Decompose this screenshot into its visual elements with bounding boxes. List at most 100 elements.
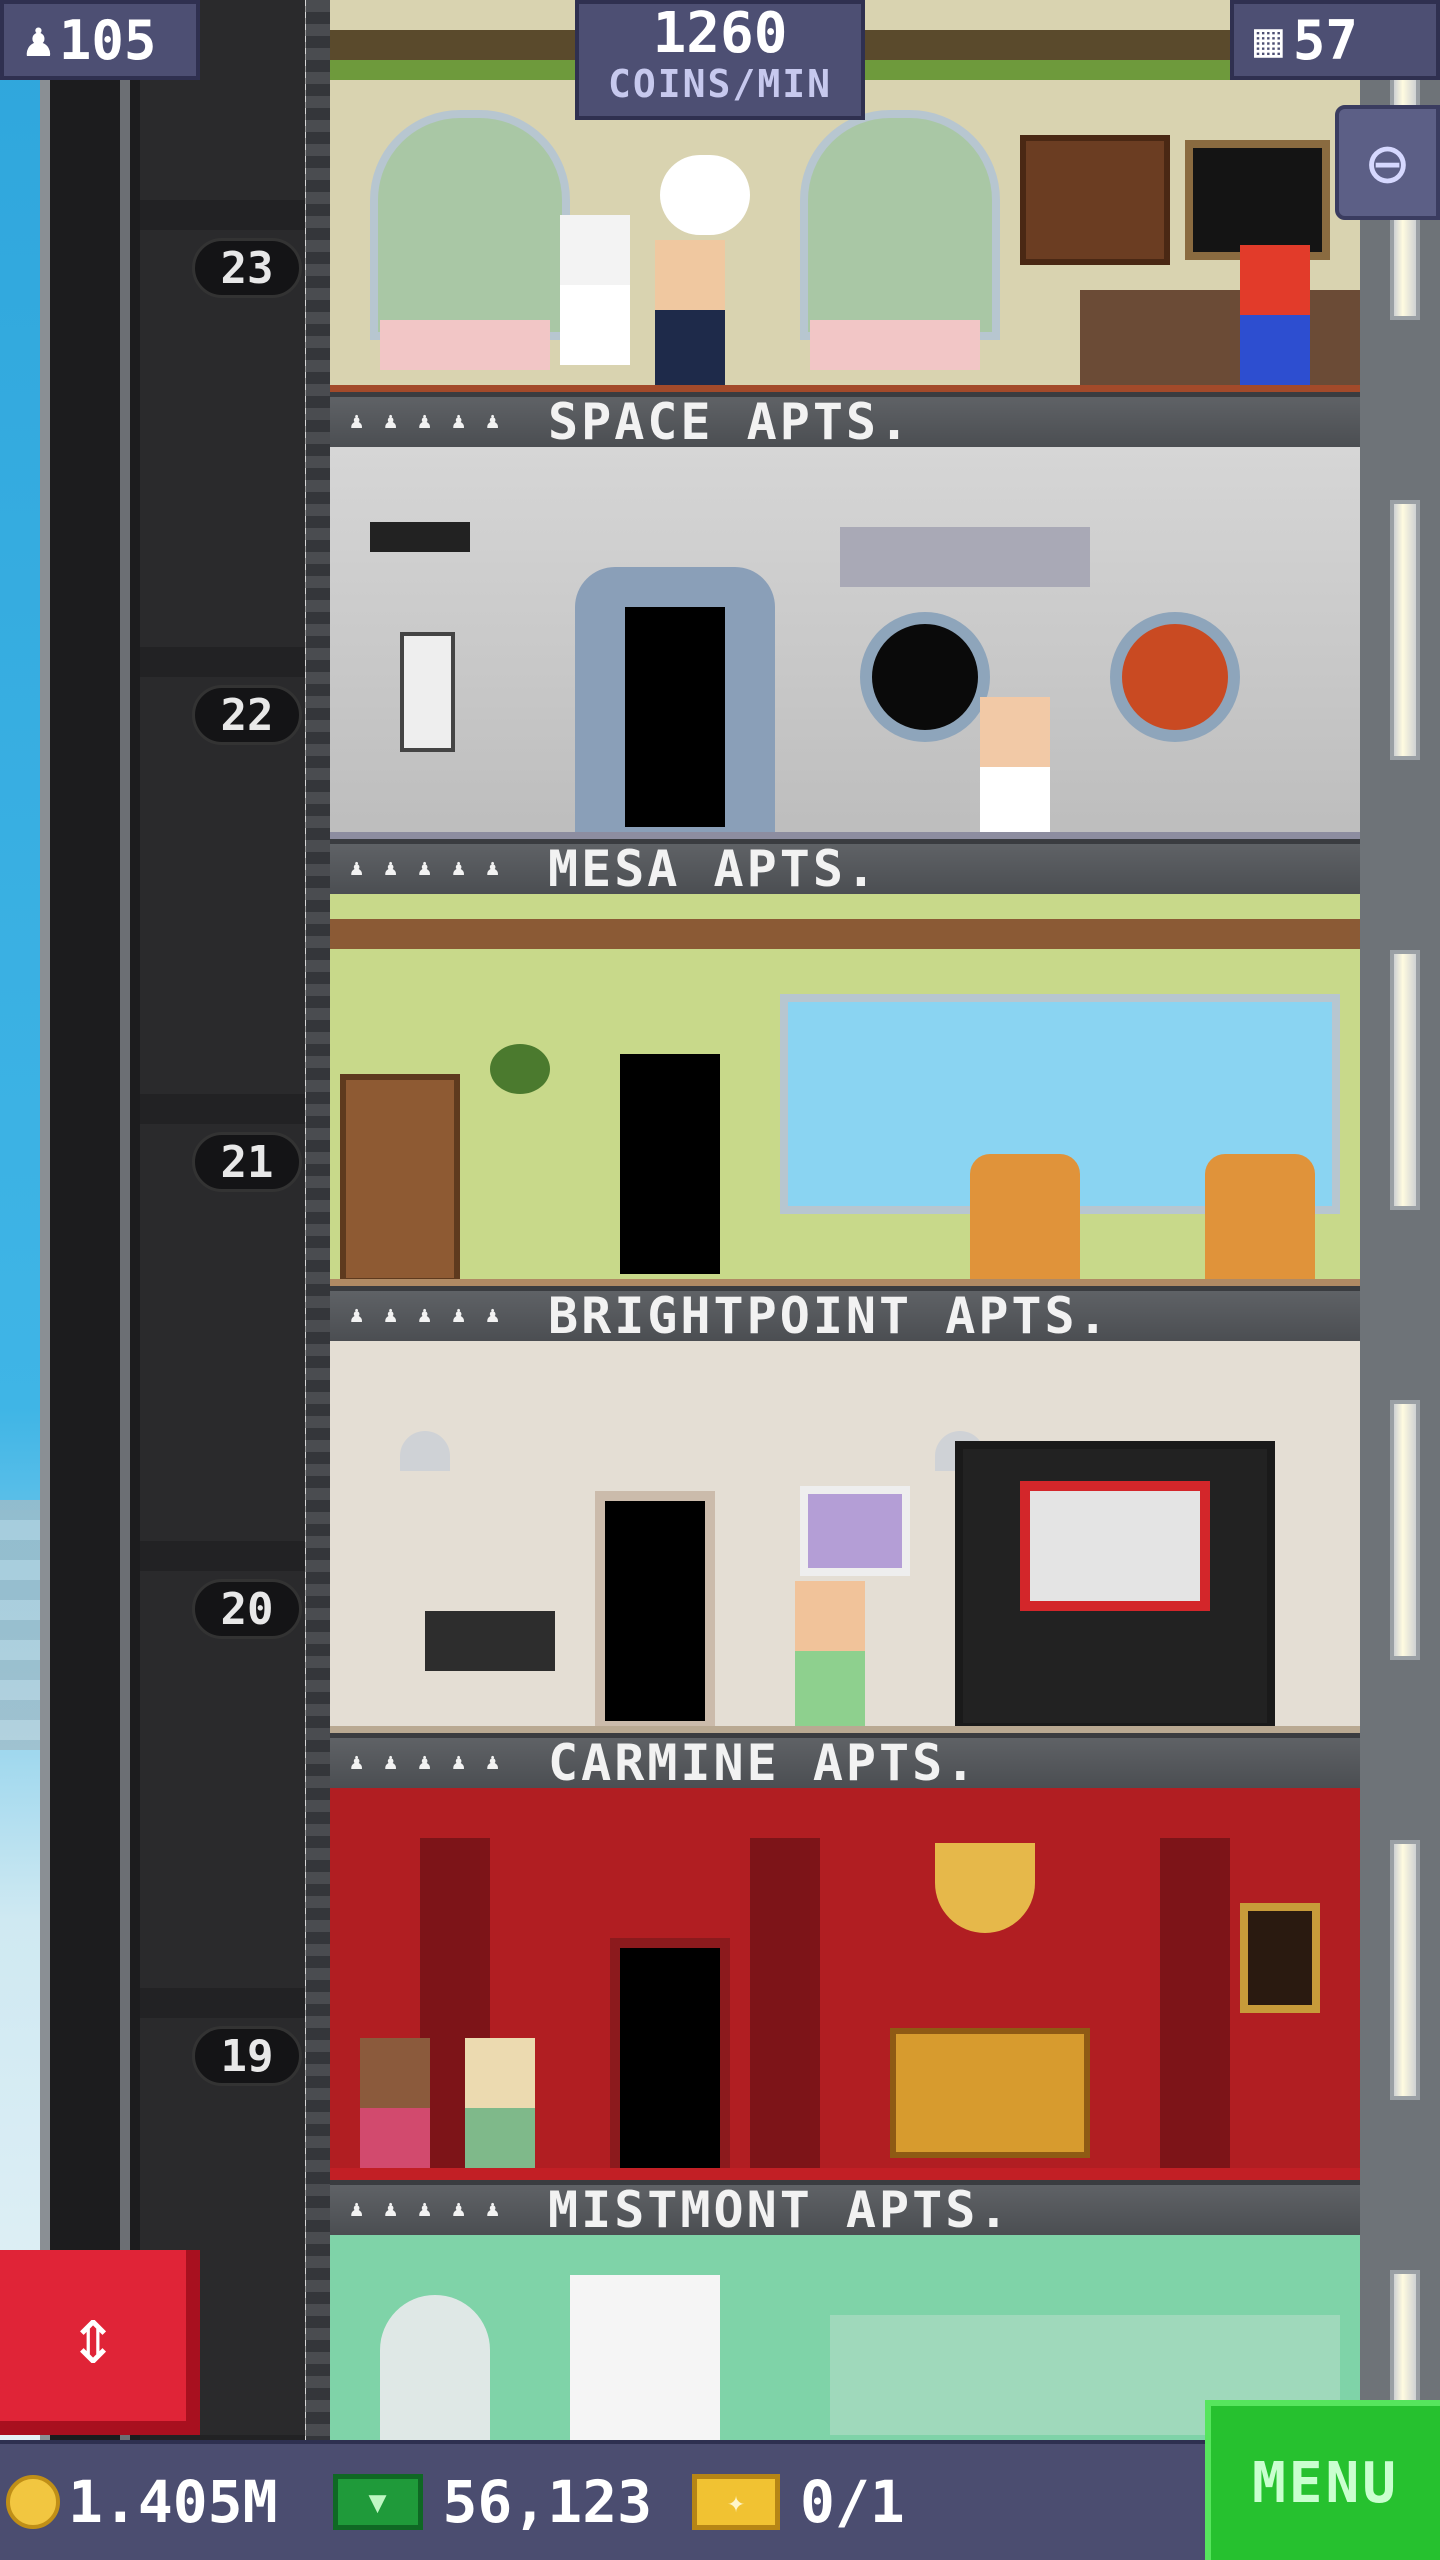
- elevator-shaft[interactable]: 23 22 21 20 19: [40, 0, 330, 2440]
- resident-pip-icon: ♟: [486, 856, 500, 881]
- plumber-character[interactable]: [1235, 245, 1315, 392]
- coins-stat[interactable]: 1.405M: [0, 2468, 278, 2536]
- resident-pip-icon: ♟: [350, 2197, 364, 2222]
- resident-pip-icon: ♟: [384, 1750, 398, 1775]
- room-door[interactable]: [615, 597, 735, 837]
- resident-character[interactable]: [460, 2038, 540, 2180]
- resident-pip-icon: ♟: [486, 1750, 500, 1775]
- ticket-icon: ✦: [692, 2474, 781, 2530]
- resident-pip-icon: ♟: [452, 1303, 466, 1328]
- floor-21[interactable]: ♟ ♟ ♟ ♟ ♟ BRIGHTPOINT APTS.: [330, 894, 1360, 1345]
- coins-per-minute-panel[interactable]: 1260 COINS/MIN: [575, 0, 865, 120]
- floor-19[interactable]: ♟ ♟ ♟ ♟ ♟ MISTMONT APTS.: [330, 1788, 1360, 2239]
- arched-window: [370, 110, 570, 340]
- resident-pip-icon: ♟: [350, 856, 364, 881]
- bux-stat[interactable]: ▼ 56,123: [278, 2468, 652, 2536]
- floor-trim: [330, 832, 1360, 839]
- floor-name-strip: ♟ ♟ ♟ ♟ ♟ MISTMONT APTS.: [330, 2180, 1360, 2239]
- floor-22[interactable]: ♟ ♟ ♟ ♟ ♟ MESA APTS.: [330, 447, 1360, 898]
- round-mirror: [380, 2295, 490, 2440]
- floor-number-19: 19: [192, 2026, 302, 2086]
- resident-pip-icon: ♟: [486, 409, 500, 434]
- residents-indicator: ♟ ♟ ♟ ♟ ♟: [350, 411, 508, 433]
- resident-character[interactable]: [790, 1581, 870, 1731]
- control-panel: [400, 632, 455, 752]
- resident-pip-icon: ♟: [418, 1303, 432, 1328]
- tickets-value: 0/1: [800, 2468, 905, 2536]
- residents-indicator: ♟ ♟ ♟ ♟ ♟: [350, 1305, 508, 1327]
- floor-number-22: 22: [192, 685, 302, 745]
- room-carmine-apts[interactable]: [330, 1788, 1360, 2180]
- floor-name: MESA APTS.: [548, 840, 880, 898]
- coins-value: 1.405M: [68, 2468, 278, 2536]
- floor-count-value: 57: [1292, 8, 1358, 72]
- floor-number-20: 20: [192, 1579, 302, 1639]
- floor-count-panel[interactable]: ▦ 57: [1230, 0, 1440, 80]
- chef-character[interactable]: [555, 215, 635, 365]
- floor-number-21: 21: [192, 1132, 302, 1192]
- pillar: [750, 1838, 820, 2178]
- residents-indicator: ♟ ♟ ♟ ♟ ♟: [350, 2199, 508, 2221]
- room-brightpoint-apts[interactable]: [330, 1341, 1360, 1733]
- customer-character[interactable]: [650, 240, 730, 390]
- floor-name: BRIGHTPOINT APTS.: [548, 1287, 1111, 1345]
- floor-trim: [330, 1279, 1360, 1286]
- wall-lamp: [1390, 2270, 1420, 2420]
- pillar: [1160, 1838, 1230, 2178]
- space-porthole: [860, 612, 990, 742]
- menu-chalkboard: [1185, 140, 1330, 260]
- floor-trim: [330, 385, 1360, 392]
- floor-trim: [330, 1726, 1360, 1733]
- resident-pip-icon: ♟: [486, 1303, 500, 1328]
- room-mesa-apts[interactable]: [330, 894, 1360, 1286]
- resident-pip-icon: ♟: [384, 856, 398, 881]
- ceiling-lamp: [400, 1431, 450, 1471]
- dining-table: [425, 1611, 555, 1671]
- coin-icon: [6, 2475, 60, 2529]
- coins-per-minute-value: 1260: [652, 1, 788, 66]
- floor-20[interactable]: ♟ ♟ ♟ ♟ ♟ CARMINE APTS.: [330, 1341, 1360, 1792]
- room-space-apts[interactable]: [330, 447, 1360, 839]
- room-door[interactable]: [610, 1044, 730, 1284]
- tickets-stat[interactable]: ✦ 0/1: [652, 2468, 905, 2536]
- chandelier: [935, 1843, 1035, 1933]
- resident-pip-icon: ♟: [350, 1750, 364, 1775]
- portrait-frame: [1240, 1903, 1320, 2013]
- bux-icon: ▼: [332, 2474, 423, 2530]
- population-counter[interactable]: ♟ 105: [0, 0, 200, 80]
- instrument-panel: [840, 527, 1090, 587]
- wall-painting: [800, 1486, 910, 1576]
- fireplace: [570, 2275, 720, 2440]
- person-icon: ♟: [24, 12, 53, 68]
- resident-pip-icon: ♟: [418, 409, 432, 434]
- bookshelf: [340, 1074, 460, 1284]
- resident-pip-icon: ♟: [384, 2197, 398, 2222]
- thought-bubble-icon[interactable]: [660, 155, 750, 235]
- floor-name: MISTMONT APTS.: [548, 2181, 1012, 2239]
- building-icon: ▦: [1254, 12, 1283, 68]
- floor-name-strip: ♟ ♟ ♟ ♟ ♟ CARMINE APTS.: [330, 1733, 1360, 1792]
- floor-name: CARMINE APTS.: [548, 1734, 979, 1792]
- zoom-out-button[interactable]: ⊖: [1335, 105, 1440, 220]
- floor-name: SPACE APTS.: [548, 393, 913, 451]
- resident-pip-icon: ♟: [418, 2197, 432, 2222]
- resident-pip-icon: ♟: [452, 1750, 466, 1775]
- menu-button[interactable]: MENU: [1205, 2400, 1440, 2560]
- game-screen: 23 22 21 20 19 ♟ ♟ ♟ ♟ ♟ SPACE APTS. ♟ ♟…: [0, 0, 1440, 2560]
- room-door[interactable]: [595, 1491, 715, 1731]
- residents-indicator: ♟ ♟ ♟ ♟ ♟: [350, 858, 508, 880]
- shaft-edge: [306, 0, 330, 2440]
- karate-character[interactable]: [975, 697, 1055, 839]
- counter: [1080, 290, 1360, 390]
- armchair: [970, 1154, 1080, 1284]
- resident-pip-icon: ♟: [452, 2197, 466, 2222]
- floor-trim: [330, 2168, 1360, 2180]
- room-door[interactable]: [610, 1938, 730, 2178]
- resident-pip-icon: ♟: [384, 1303, 398, 1328]
- elevator-button[interactable]: ⇕: [0, 2250, 200, 2435]
- resident-character[interactable]: [355, 2038, 435, 2180]
- shaft-rail: [120, 0, 130, 2440]
- ceiling-beam: [330, 919, 1360, 949]
- floor-name-strip: ♟ ♟ ♟ ♟ ♟ BRIGHTPOINT APTS.: [330, 1286, 1360, 1345]
- elevator-arrows-icon: ⇕: [68, 2289, 118, 2382]
